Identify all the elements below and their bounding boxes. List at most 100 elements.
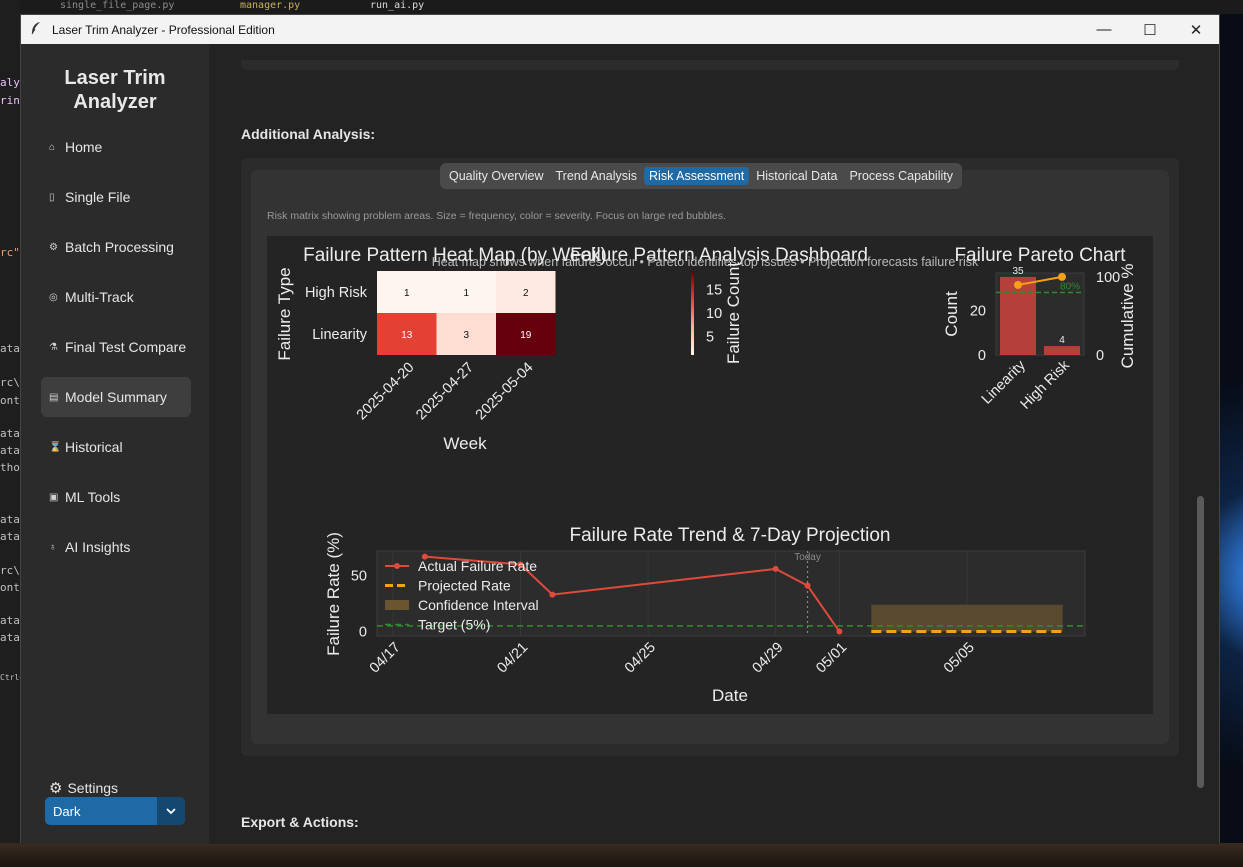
pareto-title: Failure Pareto Chart	[954, 245, 1126, 266]
batch-icon: ⚙	[49, 241, 58, 253]
minimize-button[interactable]: —	[1081, 15, 1127, 44]
gear-icon: ⚙	[49, 780, 63, 797]
trend-y-tick: 50	[351, 569, 367, 585]
code-fragment: ont	[0, 581, 20, 594]
sidebar-item-label: AI Insights	[65, 539, 131, 555]
window-title: Laser Trim Analyzer - Professional Editi…	[52, 22, 275, 37]
scrollbar-thumb[interactable]	[1197, 496, 1204, 788]
ml-icon: ▣	[49, 491, 59, 503]
chevron-down-icon[interactable]	[157, 797, 185, 825]
trend-title: Failure Rate Trend & 7-Day Projection	[569, 525, 890, 546]
theme-dropdown[interactable]: Dark	[45, 797, 185, 825]
compare-icon: ⚗	[49, 341, 58, 353]
code-fragment: ata	[0, 631, 20, 644]
sidebar-item-ml-tools[interactable]: ▣ ML Tools	[41, 477, 191, 517]
dashboard-svg: Failure Pattern Analysis Dashboard Heat …	[275, 245, 1137, 705]
code-fragment: rc\	[0, 564, 20, 577]
editor-tab[interactable]: run_ai.py	[370, 0, 424, 12]
tab-trend-analysis[interactable]: Trend Analysis	[550, 167, 642, 185]
sidebar-item-label: Home	[65, 139, 103, 155]
sidebar-item-historical[interactable]: ⌛ Historical	[41, 427, 191, 467]
pareto-bar-label: 4	[1059, 335, 1065, 346]
trend-x-tick: 04/29	[749, 640, 786, 677]
sidebar-item-batch-processing[interactable]: ⚙ Batch Processing	[41, 227, 191, 267]
trend-actual-point	[836, 628, 843, 635]
pareto-x-tick: High Risk	[1018, 357, 1074, 413]
trend-chart: Failure Rate Trend & 7-Day Projection 04…	[324, 525, 1086, 705]
trend-confidence-band	[871, 604, 1063, 632]
sidebar-item-home[interactable]: ⌂ Home	[41, 127, 191, 167]
code-fragment: tho	[0, 461, 20, 474]
settings-button[interactable]: ⚙ Settings	[49, 779, 118, 797]
risk-help-text: Risk matrix showing problem areas. Size …	[267, 210, 726, 222]
pareto-bar-label: 35	[1012, 266, 1024, 277]
editor-tab[interactable]: manager.py	[240, 0, 300, 12]
maximize-icon: ☐	[1143, 21, 1157, 39]
tab-process-capability[interactable]: Process Capability	[844, 167, 958, 185]
code-fragment: ata	[0, 427, 20, 440]
heatmap-y-tick: Linearity	[312, 327, 368, 343]
code-fragment: ata	[0, 342, 20, 355]
trend-actual-point	[772, 565, 779, 572]
trend-actual-point	[549, 591, 556, 598]
sidebar-item-model-summary[interactable]: ▤ Model Summary	[41, 377, 191, 417]
legend-label: Projected Rate	[418, 578, 511, 594]
pareto-y-tick: 20	[970, 303, 986, 319]
heatmap-x-tick: 2025-04-27	[413, 360, 477, 424]
close-icon: ✕	[1189, 21, 1203, 39]
minimize-icon: —	[1096, 21, 1112, 38]
tab-risk-assessment[interactable]: Risk Assessment	[644, 167, 750, 185]
file-icon: ▯	[49, 191, 55, 203]
code-fragment: ring	[0, 94, 20, 107]
pareto-y2label: Cumulative %	[1118, 264, 1137, 369]
sidebar-item-ai-insights[interactable]: ♁ AI Insights	[41, 527, 191, 567]
logo-line: Analyzer	[73, 91, 157, 113]
editor-tab[interactable]: single_file_page.py	[60, 0, 174, 12]
trend-x-tick: 05/05	[941, 640, 978, 677]
trend-x-tick: 05/01	[813, 640, 850, 677]
close-button[interactable]: ✕	[1173, 15, 1219, 44]
sidebar-item-final-test-compare[interactable]: ⚗ Final Test Compare	[41, 327, 191, 367]
sidebar: Laser Trim Analyzer ⌂ Home ▯ Single File ⚙…	[21, 44, 209, 844]
trend-ylabel: Failure Rate (%)	[324, 532, 343, 656]
maximize-button[interactable]: ☐	[1127, 15, 1173, 44]
heatmap-cell-label: 1	[404, 288, 410, 299]
sidebar-item-label: Multi-Track	[65, 289, 134, 305]
sidebar-item-label: Final Test Compare	[65, 339, 187, 355]
pareto-ylabel: Count	[942, 291, 961, 337]
legend-actual-marker	[394, 563, 400, 569]
code-fragment: rc\	[0, 376, 20, 389]
additional-analysis-frame: Quality Overview Trend Analysis Risk Ass…	[241, 158, 1179, 756]
feather-icon	[30, 21, 44, 38]
code-fragment: Ctrl+	[0, 673, 20, 682]
main-scrollbar[interactable]	[1195, 58, 1205, 828]
sidebar-item-label: Historical	[65, 439, 123, 455]
code-fragment: ata	[0, 614, 20, 627]
editor-background: aly ring rc" ata rc\ ont ata ata tho ata…	[0, 0, 20, 867]
colorbar-tick: 5	[706, 329, 714, 345]
sidebar-item-label: Batch Processing	[65, 239, 174, 255]
heatmap-x-tick: 2025-05-04	[473, 360, 537, 424]
heatmap-chart: Failure Pattern Heat Map (by Week) Failu…	[275, 245, 743, 453]
code-fragment: ont	[0, 394, 20, 407]
code-fragment: ata	[0, 530, 20, 543]
sidebar-item-single-file[interactable]: ▯ Single File	[41, 177, 191, 217]
trend-xlabel: Date	[712, 686, 748, 705]
lightbulb-icon: ♁	[49, 541, 57, 553]
analysis-tabview: Quality Overview Trend Analysis Risk Ass…	[251, 163, 1169, 744]
logo-line: Laser Trim	[64, 67, 166, 89]
trend-actual-point	[804, 582, 811, 589]
colorbar-tick: 10	[706, 306, 722, 322]
code-fragment: ata	[0, 444, 20, 457]
heatmap-ylabel: Failure Type	[275, 267, 294, 360]
sidebar-item-multi-track[interactable]: ◎ Multi-Track	[41, 277, 191, 317]
tab-quality-overview[interactable]: Quality Overview	[444, 167, 548, 185]
title-bar[interactable]: Laser Trim Analyzer - Professional Editi…	[21, 15, 1219, 44]
heatmap-cell-label: 3	[463, 330, 469, 341]
tab-historical-data[interactable]: Historical Data	[751, 167, 842, 185]
colorbar-tick: 15	[706, 283, 722, 299]
legend-label: Target (5%)	[418, 617, 490, 633]
legend-confidence-swatch	[385, 600, 409, 610]
home-icon: ⌂	[49, 141, 56, 153]
code-fragment: rc"	[0, 246, 20, 259]
